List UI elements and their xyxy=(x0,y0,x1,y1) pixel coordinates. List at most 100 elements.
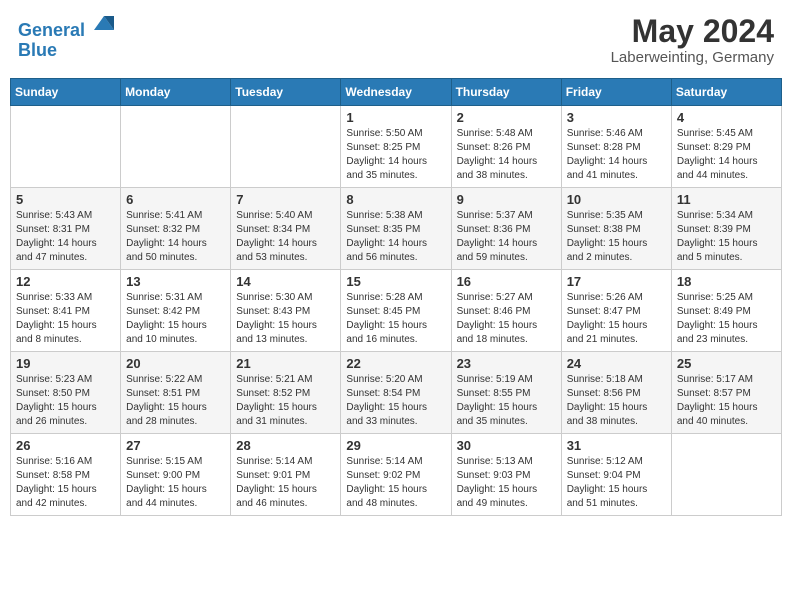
weekday-header-saturday: Saturday xyxy=(671,79,781,106)
cell-date-number: 29 xyxy=(346,438,445,453)
calendar-cell: 27 Sunrise: 5:15 AM Sunset: 9:00 PM Dayli… xyxy=(121,434,231,516)
calendar-cell: 13 Sunrise: 5:31 AM Sunset: 8:42 PM Dayli… xyxy=(121,270,231,352)
cell-date-number: 12 xyxy=(16,274,115,289)
cell-daylight-info: Sunrise: 5:48 AM Sunset: 8:26 PM Dayligh… xyxy=(457,127,556,183)
cell-date-number: 1 xyxy=(346,110,445,125)
cell-date-number: 31 xyxy=(567,438,666,453)
logo-blue: Blue xyxy=(18,40,57,60)
cell-date-number: 28 xyxy=(236,438,335,453)
calendar-week-row: 12Sunrise: 5:33 AM Sunset: 8:41 PM Dayli… xyxy=(11,270,782,352)
calendar-cell: 25 Sunrise: 5:17 AM Sunset: 8:57 PM Dayli… xyxy=(671,352,781,434)
cell-date-number: 15 xyxy=(346,274,445,289)
cell-daylight-info: Sunrise: 5:20 AM Sunset: 8:54 PM Dayligh… xyxy=(346,373,445,429)
location-subtitle: Laberweinting, Germany xyxy=(611,49,774,66)
weekday-header-wednesday: Wednesday xyxy=(341,79,451,106)
cell-daylight-info: Sunrise: 5:17 AM Sunset: 8:57 PM Dayligh… xyxy=(677,373,776,429)
calendar-week-row: 19Sunrise: 5:23 AM Sunset: 8:50 PM Dayli… xyxy=(11,352,782,434)
cell-daylight-info: Sunrise: 5:16 AM Sunset: 8:58 PM Dayligh… xyxy=(16,455,115,511)
calendar-cell: 12Sunrise: 5:33 AM Sunset: 8:41 PM Dayli… xyxy=(11,270,121,352)
weekday-header-friday: Friday xyxy=(561,79,671,106)
calendar-cell: 7 Sunrise: 5:40 AM Sunset: 8:34 PM Daylig… xyxy=(231,188,341,270)
calendar-cell: 19Sunrise: 5:23 AM Sunset: 8:50 PM Dayli… xyxy=(11,352,121,434)
cell-daylight-info: Sunrise: 5:35 AM Sunset: 8:38 PM Dayligh… xyxy=(567,209,666,265)
cell-daylight-info: Sunrise: 5:14 AM Sunset: 9:01 PM Dayligh… xyxy=(236,455,335,511)
calendar-cell: 1 Sunrise: 5:50 AM Sunset: 8:25 PM Daylig… xyxy=(341,106,451,188)
cell-daylight-info: Sunrise: 5:30 AM Sunset: 8:43 PM Dayligh… xyxy=(236,291,335,347)
cell-daylight-info: Sunrise: 5:43 AM Sunset: 8:31 PM Dayligh… xyxy=(16,209,115,265)
cell-daylight-info: Sunrise: 5:15 AM Sunset: 9:00 PM Dayligh… xyxy=(126,455,225,511)
cell-date-number: 8 xyxy=(346,192,445,207)
cell-date-number: 9 xyxy=(457,192,556,207)
cell-date-number: 19 xyxy=(16,356,115,371)
calendar-cell: 3 Sunrise: 5:46 AM Sunset: 8:28 PM Daylig… xyxy=(561,106,671,188)
cell-daylight-info: Sunrise: 5:37 AM Sunset: 8:36 PM Dayligh… xyxy=(457,209,556,265)
calendar-cell: 24 Sunrise: 5:18 AM Sunset: 8:56 PM Dayli… xyxy=(561,352,671,434)
cell-date-number: 23 xyxy=(457,356,556,371)
calendar-cell: 6Sunrise: 5:41 AM Sunset: 8:32 PM Daylig… xyxy=(121,188,231,270)
cell-date-number: 17 xyxy=(567,274,666,289)
logo: General Blue xyxy=(18,14,116,61)
calendar-cell xyxy=(121,106,231,188)
calendar-cell: 16 Sunrise: 5:27 AM Sunset: 8:46 PM Dayli… xyxy=(451,270,561,352)
calendar-table: SundayMondayTuesdayWednesdayThursdayFrid… xyxy=(10,78,782,516)
calendar-cell: 23 Sunrise: 5:19 AM Sunset: 8:55 PM Dayli… xyxy=(451,352,561,434)
cell-date-number: 24 xyxy=(567,356,666,371)
calendar-cell: 28 Sunrise: 5:14 AM Sunset: 9:01 PM Dayli… xyxy=(231,434,341,516)
weekday-header-row: SundayMondayTuesdayWednesdayThursdayFrid… xyxy=(11,79,782,106)
cell-daylight-info: Sunrise: 5:40 AM Sunset: 8:34 PM Dayligh… xyxy=(236,209,335,265)
calendar-cell: 30 Sunrise: 5:13 AM Sunset: 9:03 PM Dayli… xyxy=(451,434,561,516)
logo-text: General Blue xyxy=(18,14,116,61)
cell-daylight-info: Sunrise: 5:19 AM Sunset: 8:55 PM Dayligh… xyxy=(457,373,556,429)
cell-date-number: 25 xyxy=(677,356,776,371)
calendar-header: SundayMondayTuesdayWednesdayThursdayFrid… xyxy=(11,79,782,106)
cell-date-number: 5 xyxy=(16,192,115,207)
calendar-cell: 9 Sunrise: 5:37 AM Sunset: 8:36 PM Daylig… xyxy=(451,188,561,270)
cell-date-number: 22 xyxy=(346,356,445,371)
cell-daylight-info: Sunrise: 5:50 AM Sunset: 8:25 PM Dayligh… xyxy=(346,127,445,183)
cell-daylight-info: Sunrise: 5:12 AM Sunset: 9:04 PM Dayligh… xyxy=(567,455,666,511)
cell-daylight-info: Sunrise: 5:28 AM Sunset: 8:45 PM Dayligh… xyxy=(346,291,445,347)
calendar-cell xyxy=(11,106,121,188)
calendar-cell: 8 Sunrise: 5:38 AM Sunset: 8:35 PM Daylig… xyxy=(341,188,451,270)
cell-daylight-info: Sunrise: 5:13 AM Sunset: 9:03 PM Dayligh… xyxy=(457,455,556,511)
cell-daylight-info: Sunrise: 5:26 AM Sunset: 8:47 PM Dayligh… xyxy=(567,291,666,347)
cell-daylight-info: Sunrise: 5:27 AM Sunset: 8:46 PM Dayligh… xyxy=(457,291,556,347)
cell-daylight-info: Sunrise: 5:18 AM Sunset: 8:56 PM Dayligh… xyxy=(567,373,666,429)
cell-date-number: 2 xyxy=(457,110,556,125)
calendar-body: 1 Sunrise: 5:50 AM Sunset: 8:25 PM Daylig… xyxy=(11,106,782,516)
cell-date-number: 16 xyxy=(457,274,556,289)
cell-date-number: 11 xyxy=(677,192,776,207)
calendar-week-row: 26Sunrise: 5:16 AM Sunset: 8:58 PM Dayli… xyxy=(11,434,782,516)
cell-date-number: 27 xyxy=(126,438,225,453)
cell-daylight-info: Sunrise: 5:21 AM Sunset: 8:52 PM Dayligh… xyxy=(236,373,335,429)
cell-date-number: 4 xyxy=(677,110,776,125)
calendar-cell: 31 Sunrise: 5:12 AM Sunset: 9:04 PM Dayli… xyxy=(561,434,671,516)
calendar-cell: 22 Sunrise: 5:20 AM Sunset: 8:54 PM Dayli… xyxy=(341,352,451,434)
calendar-cell: 2 Sunrise: 5:48 AM Sunset: 8:26 PM Daylig… xyxy=(451,106,561,188)
cell-daylight-info: Sunrise: 5:14 AM Sunset: 9:02 PM Dayligh… xyxy=(346,455,445,511)
cell-daylight-info: Sunrise: 5:38 AM Sunset: 8:35 PM Dayligh… xyxy=(346,209,445,265)
cell-daylight-info: Sunrise: 5:31 AM Sunset: 8:42 PM Dayligh… xyxy=(126,291,225,347)
month-year-title: May 2024 xyxy=(611,14,774,49)
cell-date-number: 30 xyxy=(457,438,556,453)
cell-daylight-info: Sunrise: 5:45 AM Sunset: 8:29 PM Dayligh… xyxy=(677,127,776,183)
cell-date-number: 7 xyxy=(236,192,335,207)
cell-date-number: 3 xyxy=(567,110,666,125)
cell-daylight-info: Sunrise: 5:41 AM Sunset: 8:32 PM Dayligh… xyxy=(126,209,225,265)
calendar-week-row: 5 Sunrise: 5:43 AM Sunset: 8:31 PM Daylig… xyxy=(11,188,782,270)
cell-date-number: 10 xyxy=(567,192,666,207)
calendar-cell: 20Sunrise: 5:22 AM Sunset: 8:51 PM Dayli… xyxy=(121,352,231,434)
logo-icon xyxy=(92,12,116,36)
calendar-week-row: 1 Sunrise: 5:50 AM Sunset: 8:25 PM Daylig… xyxy=(11,106,782,188)
calendar-cell: 15 Sunrise: 5:28 AM Sunset: 8:45 PM Dayli… xyxy=(341,270,451,352)
calendar-cell: 11Sunrise: 5:34 AM Sunset: 8:39 PM Dayli… xyxy=(671,188,781,270)
calendar-cell xyxy=(231,106,341,188)
cell-daylight-info: Sunrise: 5:46 AM Sunset: 8:28 PM Dayligh… xyxy=(567,127,666,183)
cell-daylight-info: Sunrise: 5:25 AM Sunset: 8:49 PM Dayligh… xyxy=(677,291,776,347)
title-block: May 2024 Laberweinting, Germany xyxy=(611,14,774,66)
weekday-header-sunday: Sunday xyxy=(11,79,121,106)
calendar-cell: 17 Sunrise: 5:26 AM Sunset: 8:47 PM Dayli… xyxy=(561,270,671,352)
calendar-cell: 18Sunrise: 5:25 AM Sunset: 8:49 PM Dayli… xyxy=(671,270,781,352)
cell-date-number: 14 xyxy=(236,274,335,289)
cell-date-number: 13 xyxy=(126,274,225,289)
